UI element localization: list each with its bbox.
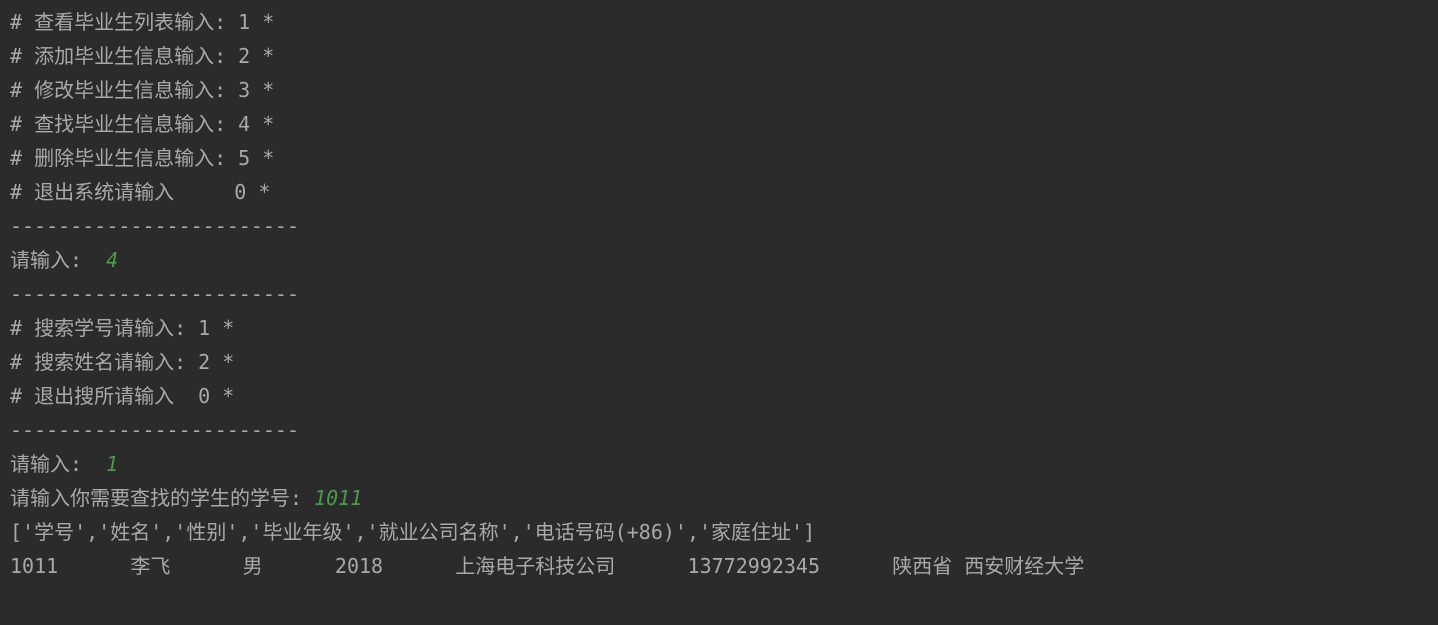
menu-item: # 退出系统请输入 0 * bbox=[10, 175, 1428, 209]
result-row: 1011 李飞 男 2018 上海电子科技公司 13772992345 陕西省 … bbox=[10, 549, 1428, 583]
menu-item: # 删除毕业生信息输入: 5 * bbox=[10, 141, 1428, 175]
prompt-label: 请输入你需要查找的学生的学号: bbox=[10, 486, 314, 510]
prompt-label: 请输入: bbox=[10, 452, 106, 476]
column-headers: ['学号','姓名','性别','毕业年级','就业公司名称','电话号码(+8… bbox=[10, 515, 1428, 549]
divider: ------------------------ bbox=[10, 209, 1428, 243]
submenu-item: # 搜索学号请输入: 1 * bbox=[10, 311, 1428, 345]
prompt-label: 请输入: bbox=[10, 248, 106, 272]
menu-item: # 添加毕业生信息输入: 2 * bbox=[10, 39, 1428, 73]
menu-item: # 修改毕业生信息输入: 3 * bbox=[10, 73, 1428, 107]
user-input: 1 bbox=[106, 452, 118, 476]
input-prompt[interactable]: 请输入: 1 bbox=[10, 447, 1428, 481]
user-input: 1011 bbox=[314, 486, 362, 510]
divider: ------------------------ bbox=[10, 413, 1428, 447]
submenu-item: # 退出搜所请输入 0 * bbox=[10, 379, 1428, 413]
user-input: 4 bbox=[106, 248, 118, 272]
menu-item: # 查看毕业生列表输入: 1 * bbox=[10, 5, 1428, 39]
submenu-item: # 搜索姓名请输入: 2 * bbox=[10, 345, 1428, 379]
input-prompt[interactable]: 请输入你需要查找的学生的学号: 1011 bbox=[10, 481, 1428, 515]
input-prompt[interactable]: 请输入: 4 bbox=[10, 243, 1428, 277]
menu-item: # 查找毕业生信息输入: 4 * bbox=[10, 107, 1428, 141]
divider: ------------------------ bbox=[10, 277, 1428, 311]
